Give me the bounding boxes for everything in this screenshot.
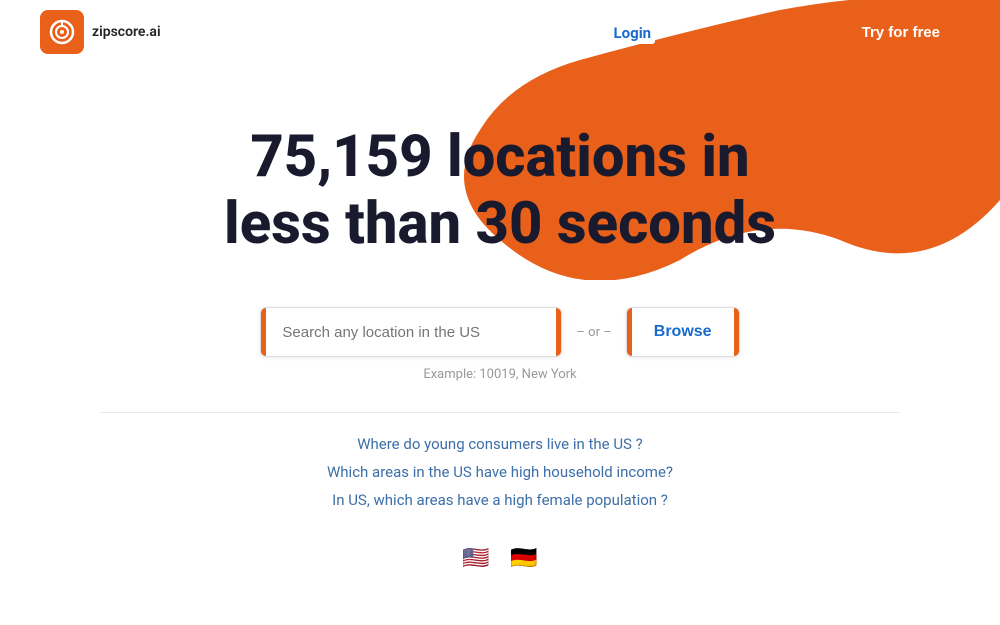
logo-icon	[40, 10, 84, 54]
hero-title-line2: less than 30 seconds	[224, 190, 776, 258]
nav-link-usecases[interactable]: Usecases	[442, 24, 507, 42]
search-wrapper	[260, 307, 562, 357]
suggestion-link-1[interactable]: Which areas in the US have high househol…	[327, 463, 673, 481]
search-input[interactable]	[266, 312, 556, 353]
try-for-free-button[interactable]: Try for free	[842, 14, 960, 51]
nav-item-usecases[interactable]: Usecases	[442, 23, 507, 42]
search-right-accent	[556, 308, 561, 356]
suggestion-link-0[interactable]: Where do young consumers live in the US …	[357, 435, 643, 453]
logo-svg	[48, 18, 76, 46]
search-hint: Example: 10019, New York	[0, 367, 1000, 382]
search-area: – or – Browse	[0, 307, 1000, 357]
flag-de[interactable]: 🇩🇪	[505, 545, 543, 571]
nav-item-features[interactable]: Features	[347, 23, 405, 42]
browse-button[interactable]: Browse	[632, 308, 734, 356]
browse-right-accent	[734, 308, 739, 356]
nav-links: Features Usecases Data Login	[347, 23, 655, 42]
brand-name: zipscore.ai	[92, 24, 161, 40]
nav-item-data[interactable]: Data	[543, 23, 574, 42]
flags-row: 🇺🇸 🇩🇪	[0, 545, 1000, 571]
navbar: zipscore.ai Features Usecases Data Login…	[0, 0, 1000, 64]
logo-area[interactable]: zipscore.ai	[40, 10, 161, 54]
nav-item-login[interactable]: Login	[610, 23, 656, 42]
suggestions: Where do young consumers live in the US …	[0, 435, 1000, 509]
or-separator: – or –	[562, 325, 625, 340]
flag-us[interactable]: 🇺🇸	[457, 545, 495, 571]
suggestion-link-2[interactable]: In US, which areas have a high female po…	[332, 491, 668, 509]
hero-title: 75,159 locations in less than 30 seconds	[150, 124, 850, 257]
hero-title-line1: 75,159 locations in	[250, 123, 749, 191]
nav-link-data[interactable]: Data	[543, 24, 574, 42]
divider	[100, 412, 900, 413]
nav-link-login[interactable]: Login	[610, 22, 656, 44]
main-content: 75,159 locations in less than 30 seconds…	[0, 64, 1000, 571]
browse-wrapper: Browse	[626, 307, 740, 357]
nav-link-features[interactable]: Features	[347, 24, 405, 42]
